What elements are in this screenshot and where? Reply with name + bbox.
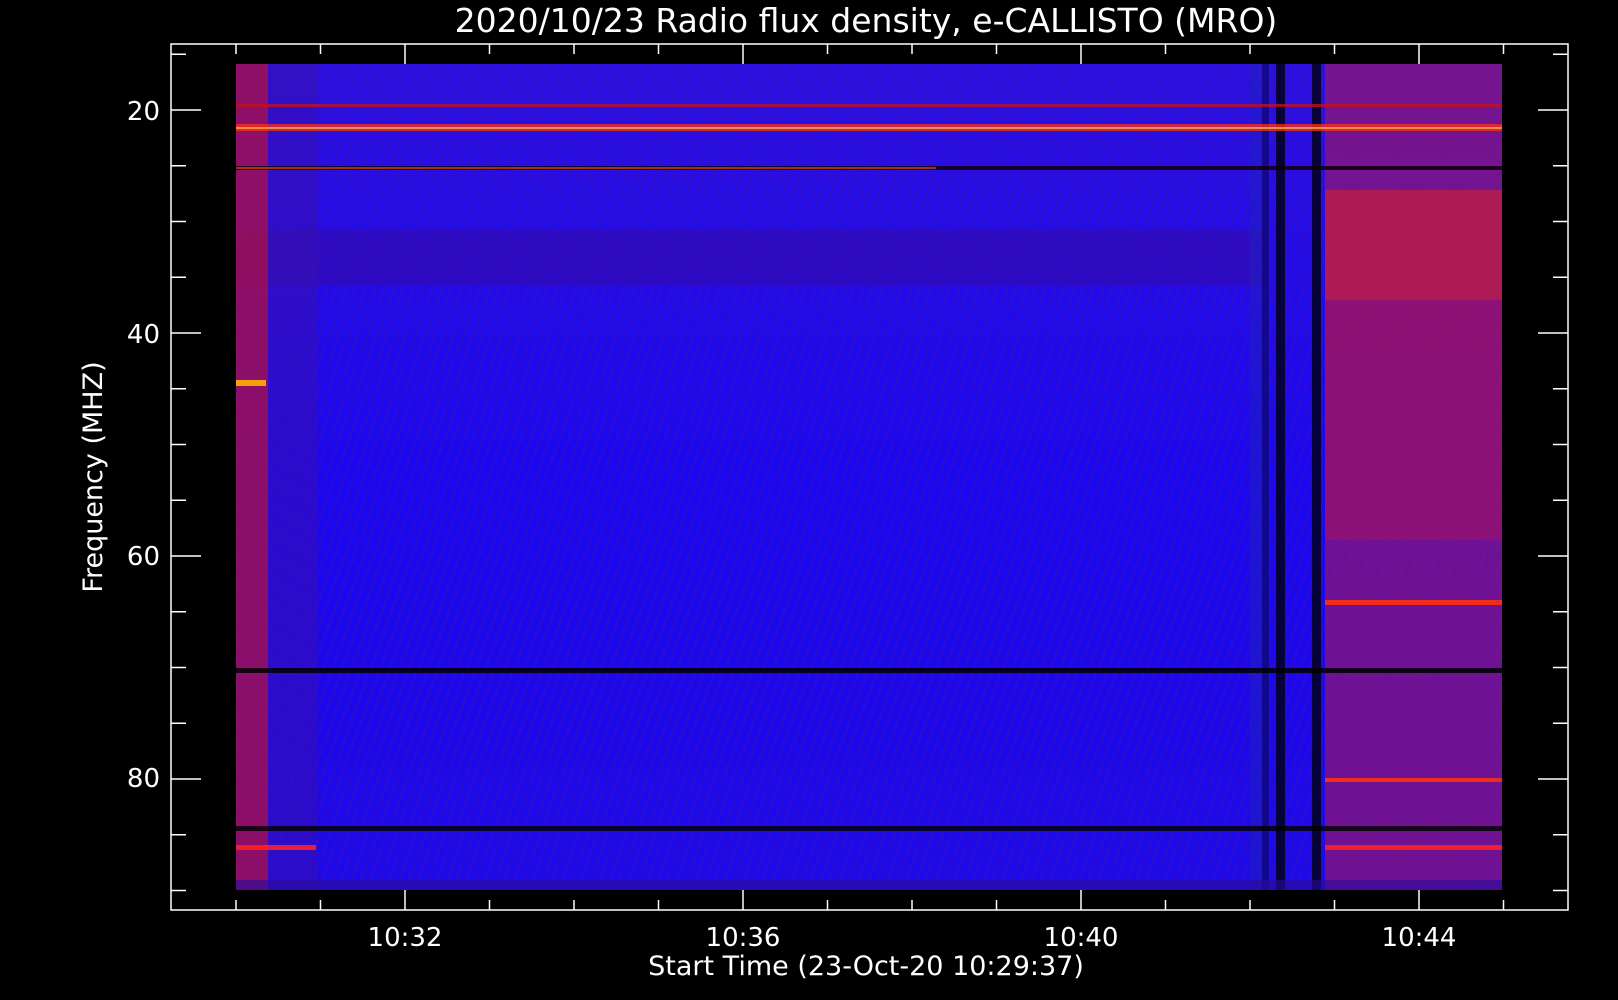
y-tick-label: 60 [127, 542, 160, 572]
spectrogram-figure: 2020/10/23 Radio flux density, e-CALLIST… [78, 1, 1569, 982]
y-tick-label: 80 [127, 764, 160, 794]
y-axis-label: Frequency (MHZ) [78, 361, 109, 592]
chart-title: 2020/10/23 Radio flux density, e-CALLIST… [455, 1, 1278, 40]
x-tick-label: 10:44 [1382, 923, 1457, 953]
spectrogram-image [236, 64, 1502, 890]
x-axis-label: Start Time (23-Oct-20 10:29:37) [648, 951, 1084, 982]
y-tick-label: 40 [127, 320, 160, 350]
x-tick-label: 10:32 [368, 923, 443, 953]
x-tick-label: 10:40 [1044, 923, 1119, 953]
y-tick-label: 20 [127, 97, 160, 127]
x-tick-label: 10:36 [706, 923, 781, 953]
